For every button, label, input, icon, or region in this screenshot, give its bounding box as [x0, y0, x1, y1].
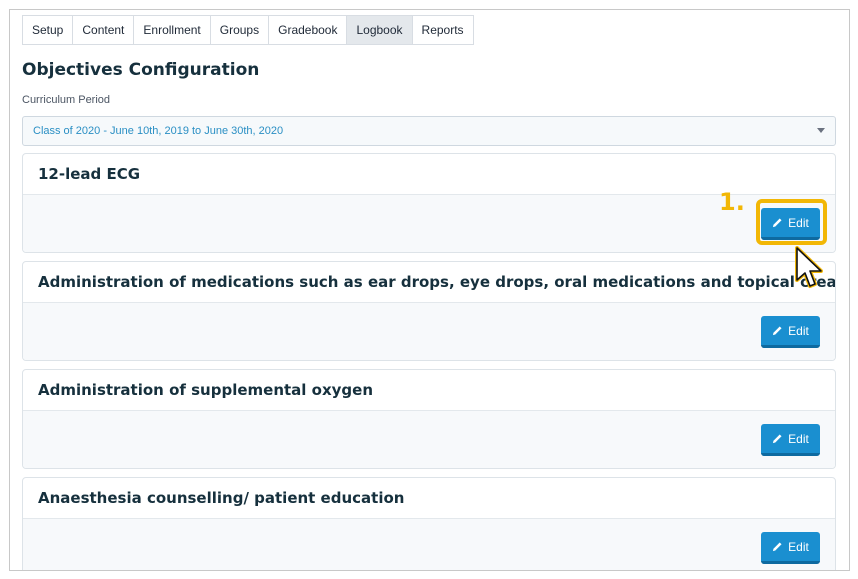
objective-card: Administration of medications such as ea…: [22, 261, 836, 361]
tab-enrollment[interactable]: Enrollment: [133, 15, 211, 45]
app-window: Setup Content Enrollment Groups Gradeboo…: [9, 9, 850, 571]
pencil-icon: [773, 434, 782, 444]
objective-card-body: Edit: [23, 303, 835, 360]
pencil-icon: [773, 542, 782, 552]
curriculum-period-value: Class of 2020 - June 10th, 2019 to June …: [33, 125, 284, 137]
objective-card-body: Edit: [23, 195, 835, 252]
tab-reports[interactable]: Reports: [411, 15, 474, 45]
edit-button-label: Edit: [788, 431, 809, 446]
tab-gradebook[interactable]: Gradebook: [268, 15, 348, 45]
page-title: Objectives Configuration: [22, 60, 260, 80]
objective-title: Anaesthesia counselling/ patient educati…: [23, 478, 835, 519]
objective-title: Administration of medications such as ea…: [23, 262, 835, 303]
objective-card-body: Edit: [23, 411, 835, 468]
objective-card: 12-lead ECG Edit: [22, 153, 836, 253]
pencil-icon: [773, 326, 782, 336]
tab-content[interactable]: Content: [72, 15, 135, 45]
tab-logbook[interactable]: Logbook: [346, 15, 413, 45]
tab-bar: Setup Content Enrollment Groups Gradeboo…: [22, 15, 474, 45]
mouse-pointer-icon: [795, 246, 823, 288]
objective-card-body: Edit: [23, 519, 835, 570]
tab-setup[interactable]: Setup: [22, 15, 74, 45]
objective-card: Anaesthesia counselling/ patient educati…: [22, 477, 836, 570]
edit-button[interactable]: Edit: [761, 532, 820, 564]
curriculum-period-label: Curriculum Period: [22, 94, 111, 106]
edit-button[interactable]: Edit: [761, 424, 820, 456]
objective-card: Administration of supplemental oxygen Ed…: [22, 369, 836, 469]
edit-button[interactable]: Edit: [761, 316, 820, 348]
highlight-box: [756, 199, 827, 245]
step-number: 1.: [719, 188, 745, 216]
edit-button-label: Edit: [788, 323, 809, 338]
edit-button-label: Edit: [788, 539, 809, 554]
curriculum-period-select[interactable]: Class of 2020 - June 10th, 2019 to June …: [22, 116, 836, 146]
caret-down-icon: [817, 128, 825, 133]
objective-title: Administration of supplemental oxygen: [23, 370, 835, 411]
objective-title: 12-lead ECG: [23, 154, 835, 195]
tab-groups[interactable]: Groups: [209, 15, 270, 45]
